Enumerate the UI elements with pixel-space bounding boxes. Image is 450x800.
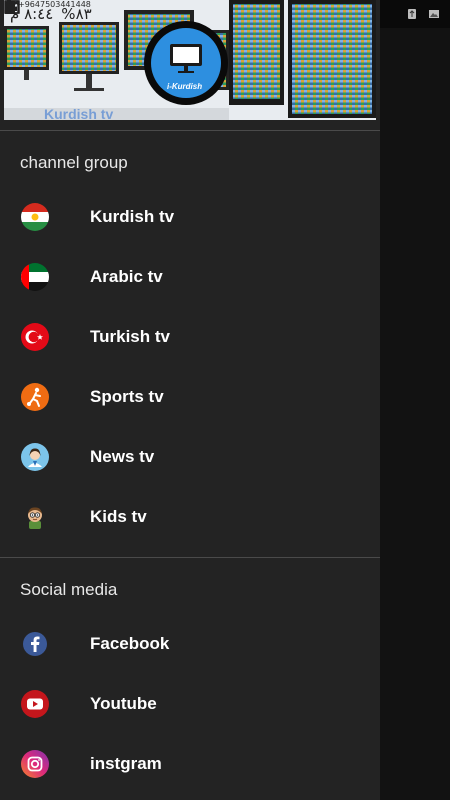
menu-item-kurdish-tv[interactable]: Kurdish tv — [0, 187, 380, 247]
logo-text: i-Kurdish — [167, 82, 203, 91]
recycle-icon — [408, 9, 416, 19]
right-status-icons — [380, 0, 450, 28]
social-media-title: Social media — [20, 580, 118, 599]
menu-label: Facebook — [90, 634, 170, 653]
channel-group-list: Kurdish tv Arabic tv Turkish tv Sports t… — [0, 185, 380, 547]
kids-icon — [20, 502, 50, 532]
menu-item-facebook[interactable]: Facebook — [0, 614, 380, 674]
image-icon — [429, 10, 439, 18]
social-media-list: Facebook Youtube instgram — [0, 612, 380, 794]
facebook-icon — [20, 629, 50, 659]
menu-label: Kurdish tv — [90, 207, 175, 226]
news-anchor-icon — [20, 442, 50, 472]
menu-item-kids-tv[interactable]: Kids tv — [0, 487, 380, 547]
menu-label: Turkish tv — [90, 327, 170, 346]
scrim-area[interactable] — [380, 0, 450, 800]
navigation-drawer: Kurdish tv i-Kurdish +9647503441448 ٨:٤٤… — [0, 0, 380, 800]
menu-label: Arabic tv — [90, 267, 163, 286]
turkey-flag-icon — [20, 322, 50, 352]
menu-label: News tv — [90, 447, 155, 466]
app-screen: Kurdish tv i-Kurdish +9647503441448 ٨:٤٤… — [0, 0, 450, 800]
status-bar: +9647503441448 ٨:٤٤ م %٨٣ — [4, 0, 376, 28]
drawer-header-banner: Kurdish tv i-Kurdish +9647503441448 ٨:٤٤… — [4, 0, 376, 120]
menu-label: Youtube — [90, 694, 157, 713]
channel-group-title: channel group — [20, 153, 128, 172]
uae-flag-icon — [20, 262, 50, 292]
menu-item-instagram[interactable]: instgram — [0, 734, 380, 794]
menu-label: Kids tv — [90, 507, 147, 526]
menu-item-youtube[interactable]: Youtube — [0, 674, 380, 734]
menu-item-arabic-tv[interactable]: Arabic tv — [0, 247, 380, 307]
menu-item-news-tv[interactable]: News tv — [0, 427, 380, 487]
youtube-icon — [20, 689, 50, 719]
sports-icon — [20, 382, 50, 412]
wifi-icon — [4, 1, 20, 13]
kurdistan-flag-icon — [20, 202, 50, 232]
menu-label: Sports tv — [90, 387, 164, 406]
phone-number: +9647503441448 — [18, 0, 91, 9]
menu-item-sports-tv[interactable]: Sports tv — [0, 367, 380, 427]
instagram-icon — [20, 749, 50, 779]
menu-label: instgram — [90, 754, 162, 773]
svg-text:Kurdish tv: Kurdish tv — [44, 106, 113, 120]
menu-item-turkish-tv[interactable]: Turkish tv — [0, 307, 380, 367]
